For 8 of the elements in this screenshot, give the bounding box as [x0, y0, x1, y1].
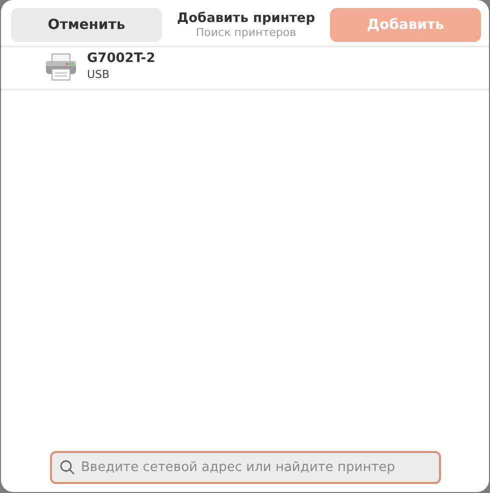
- printer-icon: [45, 53, 77, 82]
- printer-connection: USB: [87, 66, 111, 83]
- dialog-title: Добавить принтер: [176, 10, 316, 26]
- cancel-button[interactable]: Отменить: [11, 8, 162, 42]
- dialog-subtitle: Поиск принтеров: [194, 26, 298, 40]
- printer-name: G7002T-2: [87, 51, 156, 67]
- search-field[interactable]: Введите сетевой адрес или найдите принтер: [50, 451, 441, 484]
- printer-item[interactable]: G7002T-2 USB: [1, 47, 489, 90]
